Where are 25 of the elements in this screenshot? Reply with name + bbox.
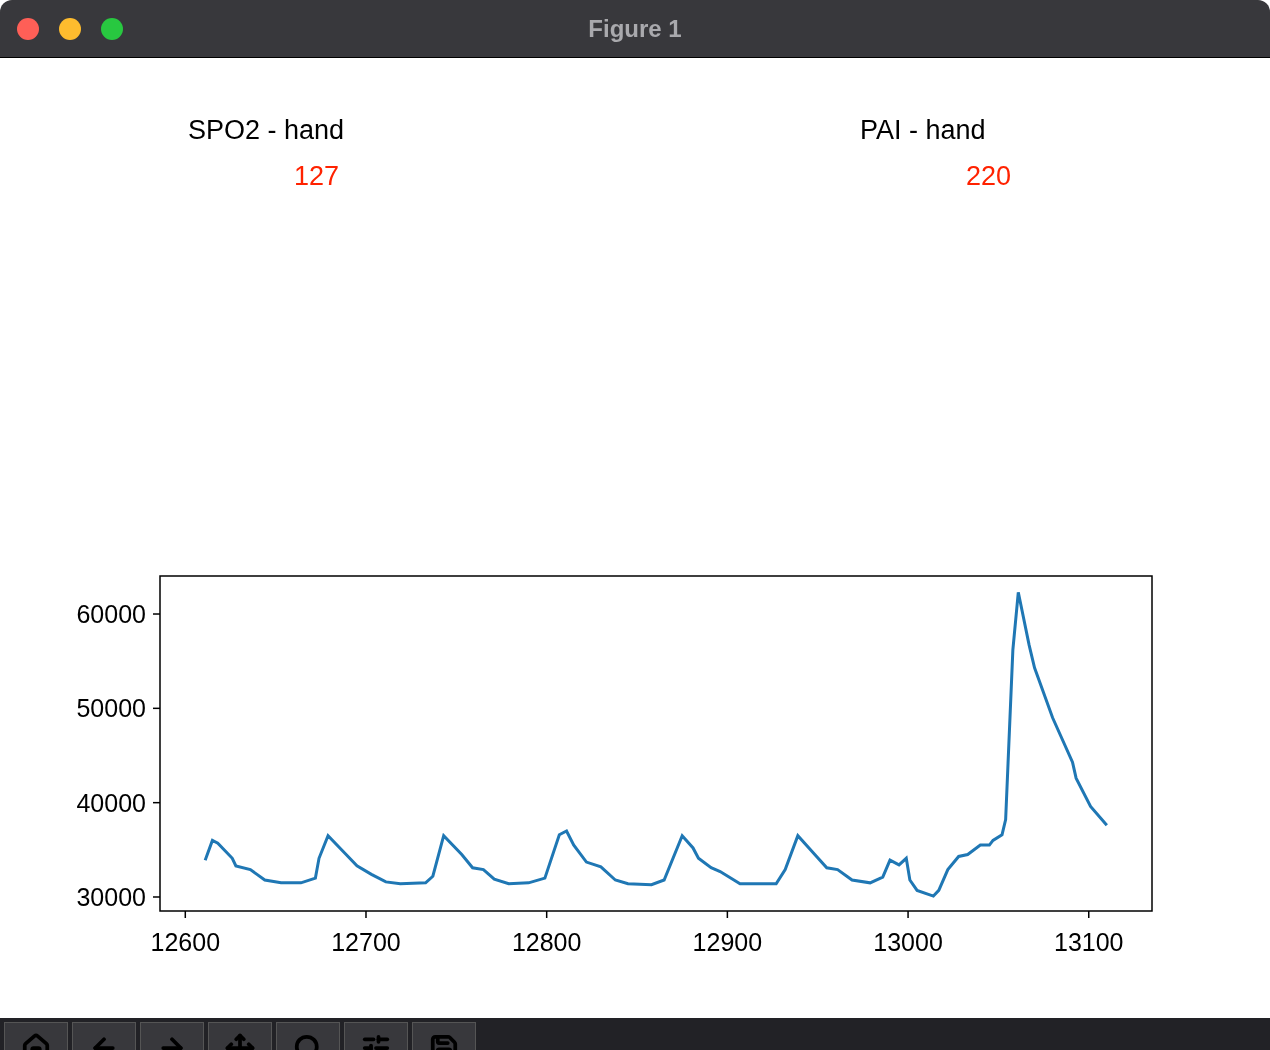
y-tick-label: 40000 [76,788,146,817]
y-tick-label: 30000 [76,883,146,911]
toolbar-button[interactable] [208,1022,272,1050]
close-button[interactable] [17,17,39,40]
y-tick-label: 50000 [76,694,146,723]
toolbar-button[interactable] [344,1022,408,1050]
toolbar-button[interactable] [72,1022,136,1050]
x-tick-label: 12700 [331,928,401,956]
minimize-button[interactable] [59,17,81,40]
panel-title: PAI - hand [860,114,986,147]
x-tick-label: 12800 [511,928,582,956]
zoom-button[interactable] [101,17,123,40]
x-tick-label: 12600 [150,928,221,956]
toolbar-button[interactable] [4,1022,68,1050]
toolbar-button[interactable] [412,1022,476,1050]
panel-value: 220 [966,160,1012,193]
x-tick-label: 12900 [692,928,763,956]
window-title: Figure 1 [588,13,682,44]
x-tick-label: 13100 [1054,928,1124,956]
y-tick-label: 60000 [76,600,146,628]
toolbar-button[interactable] [140,1022,204,1050]
panel-value: 127 [294,160,340,193]
x-tick-label: 13000 [873,928,943,956]
panel-title: SPO2 - hand [188,114,345,147]
toolbar-button[interactable] [276,1022,340,1050]
